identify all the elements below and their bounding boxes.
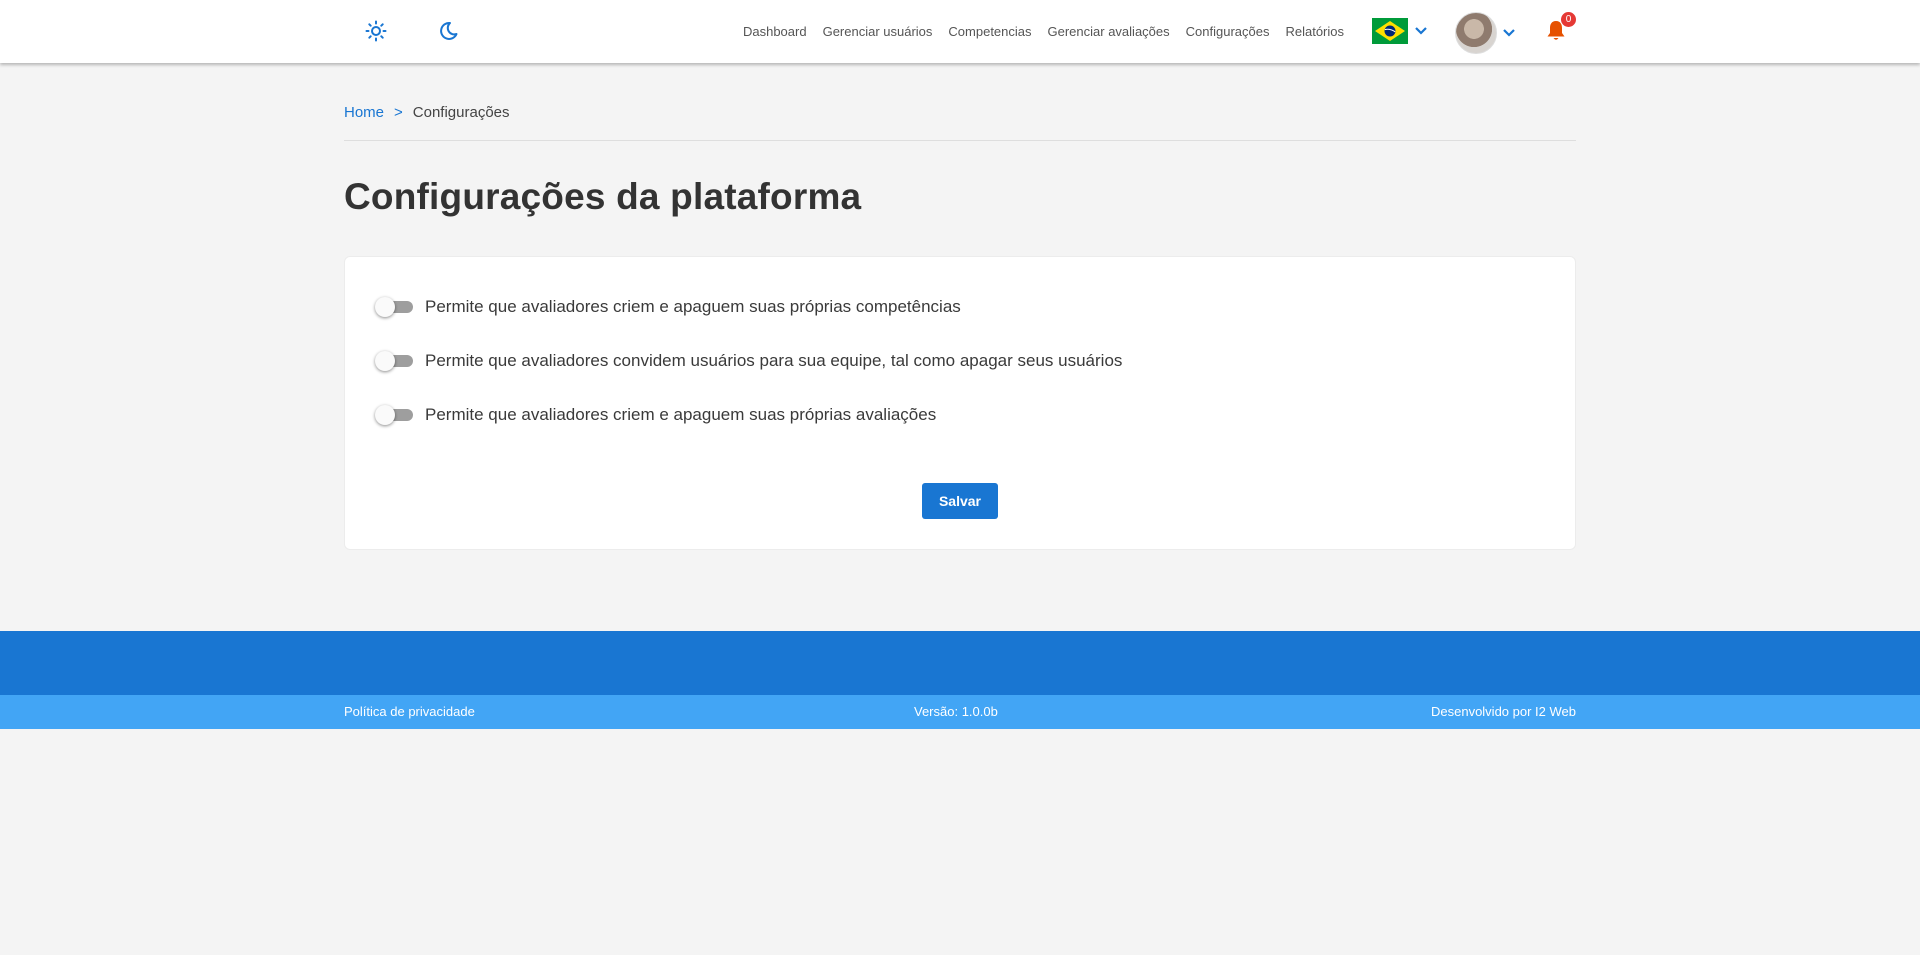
save-button[interactable]: Salvar: [922, 483, 998, 519]
top-navbar: Dashboard Gerenciar usuários Competencia…: [0, 0, 1920, 63]
setting-row: Permite que avaliadores criem e apaguem …: [375, 405, 936, 425]
nav-gerenciar-usuarios[interactable]: Gerenciar usuários: [823, 24, 933, 39]
avatar: [1455, 12, 1497, 54]
nav-gerenciar-avaliacoes[interactable]: Gerenciar avaliações: [1048, 24, 1170, 39]
developer-credit: Desenvolvido por I2 Web: [1430, 704, 1576, 719]
setting-label: Permite que avaliadores criem e apaguem …: [425, 405, 937, 424]
settings-card: Permite que avaliadores criem e apaguem …: [344, 256, 1576, 550]
nav-competencias[interactable]: Competencias: [948, 24, 1031, 39]
toggle-allow-invite-users[interactable]: [375, 351, 413, 371]
language-selector[interactable]: [1372, 18, 1428, 44]
setting-row: Permite que avaliadores criem e apaguem …: [375, 297, 961, 317]
version-text: Versão: 1.0.0b: [914, 704, 998, 719]
toggle-allow-evaluations[interactable]: [375, 405, 413, 425]
user-menu[interactable]: [1455, 12, 1516, 54]
nav-dashboard[interactable]: Dashboard: [743, 24, 807, 39]
setting-row: Permite que avaliadores convidem usuário…: [375, 351, 1122, 371]
main-nav: Dashboard Gerenciar usuários Competencia…: [743, 0, 1344, 63]
moon-icon[interactable]: [434, 17, 462, 45]
privacy-policy-link[interactable]: Política de privacidade: [344, 704, 475, 719]
breadcrumb: Home > Configurações: [344, 104, 1576, 141]
footer: [0, 631, 1920, 695]
toggle-allow-competencies[interactable]: [375, 297, 413, 317]
footer-bar: Política de privacidade Versão: 1.0.0b D…: [0, 695, 1920, 729]
sun-icon[interactable]: [362, 17, 390, 45]
setting-label: Permite que avaliadores criem e apaguem …: [425, 297, 961, 316]
brazil-flag-icon: [1372, 18, 1408, 44]
setting-label: Permite que avaliadores convidem usuário…: [425, 351, 1123, 370]
breadcrumb-current: Configurações: [412, 104, 510, 121]
nav-configuracoes[interactable]: Configurações: [1186, 24, 1270, 39]
nav-relatorios[interactable]: Relatórios: [1285, 24, 1344, 39]
notification-badge: 0: [1561, 12, 1576, 27]
chevron-down-icon: [1415, 27, 1427, 35]
page-title: Configurações da plataforma: [344, 176, 862, 217]
breadcrumb-separator: >: [394, 104, 403, 121]
breadcrumb-home[interactable]: Home: [344, 104, 384, 121]
chevron-down-icon: [1503, 29, 1515, 37]
